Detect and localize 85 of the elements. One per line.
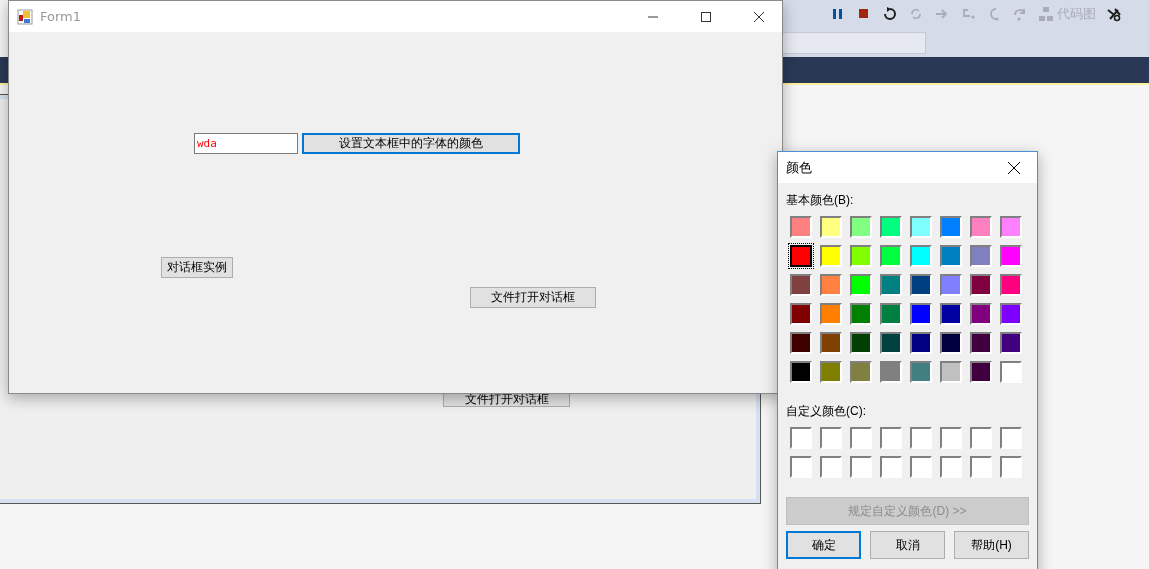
refresh-icon (908, 6, 924, 22)
color-swatch[interactable] (880, 274, 902, 296)
close-icon (1008, 161, 1020, 174)
tools-icon (1106, 6, 1122, 22)
custom-color-swatch[interactable] (910, 427, 932, 449)
color-swatch[interactable] (940, 274, 962, 296)
custom-color-swatch[interactable] (970, 456, 992, 478)
window-title: Form1 (40, 9, 83, 24)
color-swatch[interactable] (910, 245, 932, 267)
color-swatch[interactable] (1000, 274, 1022, 296)
color-swatch[interactable] (820, 303, 842, 325)
dropdown-field[interactable] (782, 32, 926, 54)
custom-color-swatch[interactable] (790, 427, 812, 449)
custom-color-swatch[interactable] (1000, 427, 1022, 449)
color-swatch[interactable] (910, 303, 932, 325)
color-swatch[interactable] (850, 216, 872, 238)
color-swatch[interactable] (850, 303, 872, 325)
custom-color-swatch[interactable] (880, 456, 902, 478)
restart-icon (882, 6, 898, 22)
color-swatch[interactable] (1000, 245, 1022, 267)
color-swatch[interactable] (820, 274, 842, 296)
custom-color-swatch[interactable] (940, 456, 962, 478)
color-swatch[interactable] (880, 303, 902, 325)
color-swatch[interactable] (820, 245, 842, 267)
color-swatch[interactable] (790, 361, 812, 383)
color-swatch[interactable] (910, 361, 932, 383)
color-swatch[interactable] (880, 216, 902, 238)
color-swatch[interactable] (790, 303, 812, 325)
color-swatch[interactable] (880, 361, 902, 383)
color-swatch[interactable] (940, 361, 962, 383)
diagram-icon (1038, 6, 1054, 22)
custom-color-swatch[interactable] (850, 456, 872, 478)
step-icon (1012, 6, 1028, 22)
color-swatch[interactable] (970, 274, 992, 296)
color-swatch[interactable] (850, 245, 872, 267)
color-swatch[interactable] (850, 274, 872, 296)
color-swatch[interactable] (970, 332, 992, 354)
color-swatch[interactable] (790, 216, 812, 238)
dialog-button[interactable]: 帮助(H) (954, 531, 1029, 559)
custom-color-swatch[interactable] (790, 456, 812, 478)
section-label: 基本颜色(B): (786, 192, 855, 209)
color-swatch[interactable] (1000, 303, 1022, 325)
custom-color-swatch[interactable] (880, 427, 902, 449)
color-swatch[interactable] (940, 245, 962, 267)
color-swatch[interactable] (910, 274, 932, 296)
custom-color-swatch[interactable] (1000, 456, 1022, 478)
color-swatch[interactable] (880, 332, 902, 354)
color-swatch[interactable] (940, 303, 962, 325)
form-button[interactable]: 文件打开对话框 (470, 287, 596, 308)
color-swatch[interactable] (970, 216, 992, 238)
color-swatch[interactable] (820, 332, 842, 354)
custom-color-swatch[interactable] (970, 427, 992, 449)
section-label: 自定义颜色(C): (786, 403, 867, 420)
color-swatch[interactable] (850, 332, 872, 354)
color-swatch[interactable] (1000, 332, 1022, 354)
color-swatch[interactable] (1000, 361, 1022, 383)
color-swatch[interactable] (970, 245, 992, 267)
color-swatch[interactable] (820, 216, 842, 238)
color-swatch[interactable] (940, 332, 962, 354)
color-swatch[interactable] (880, 245, 902, 267)
form-button[interactable]: 设置文本框中的字体的颜色 (302, 133, 520, 154)
color-swatch[interactable] (910, 216, 932, 238)
custom-color-swatch[interactable] (820, 456, 842, 478)
color-swatch[interactable] (790, 245, 812, 267)
custom-color-swatch[interactable] (940, 427, 962, 449)
dialog-title: 颜色 (786, 158, 813, 177)
color-swatch[interactable] (850, 361, 872, 383)
custom-color-swatch[interactable] (850, 427, 872, 449)
color-swatch[interactable] (1000, 216, 1022, 238)
custom-color-swatch[interactable] (910, 456, 932, 478)
dialog-button[interactable]: 取消 (870, 531, 945, 559)
maximize-icon (701, 11, 711, 22)
dialog-button[interactable]: 确定 (786, 531, 861, 559)
text-field[interactable]: wda (194, 133, 298, 154)
color-swatch[interactable] (910, 332, 932, 354)
color-swatch[interactable] (820, 361, 842, 383)
color-swatch[interactable] (940, 216, 962, 238)
color-swatch[interactable] (970, 303, 992, 325)
app-icon (17, 8, 33, 25)
form-button[interactable]: 对话框实例 (161, 257, 233, 278)
custom-color-swatch[interactable] (820, 427, 842, 449)
close-icon (754, 11, 764, 22)
color-swatch[interactable] (790, 332, 812, 354)
color-swatch[interactable] (790, 274, 812, 296)
color-swatch[interactable] (970, 361, 992, 383)
